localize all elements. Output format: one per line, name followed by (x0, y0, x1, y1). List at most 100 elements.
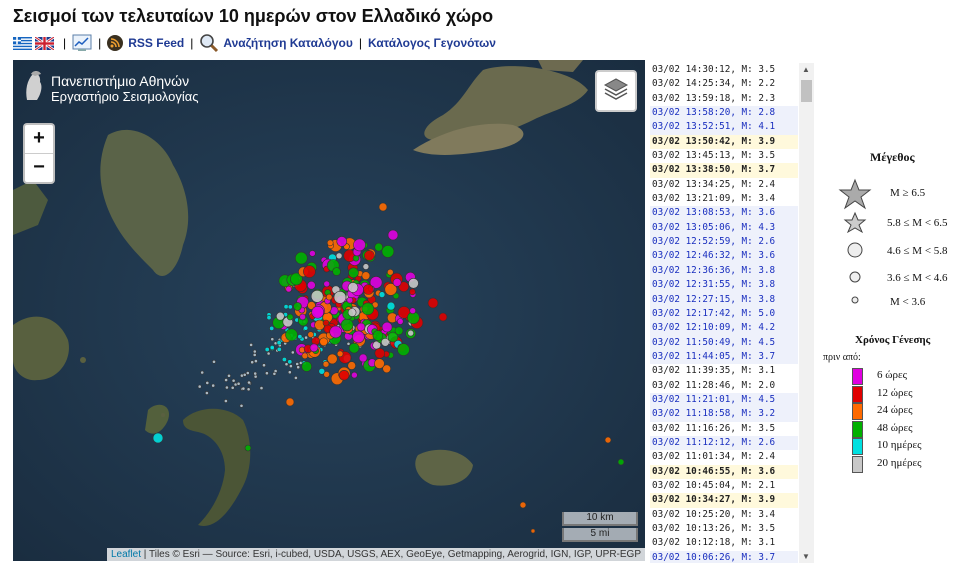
earthquake-marker[interactable] (346, 296, 354, 304)
earthquake-marker[interactable] (285, 328, 298, 342)
earthquake-marker[interactable] (397, 343, 410, 356)
earthquake-marker[interactable] (227, 373, 231, 378)
event-row[interactable]: 03/02 11:28:46, M: 2.0 (650, 379, 798, 393)
earthquake-marker[interactable] (361, 302, 375, 316)
earthquake-marker[interactable] (387, 229, 399, 241)
event-row[interactable]: 03/02 13:34:25, M: 2.4 (650, 178, 798, 192)
earthquake-marker[interactable] (287, 304, 293, 310)
earthquake-marker[interactable] (363, 250, 375, 261)
earthquake-marker[interactable] (386, 301, 396, 311)
event-row[interactable]: 03/02 12:10:09, M: 4.2 (650, 321, 798, 336)
earthquake-marker[interactable] (224, 378, 229, 382)
earthquake-marker[interactable] (233, 382, 238, 387)
earthquake-marker[interactable] (244, 444, 252, 452)
event-catalog-link[interactable]: Κατάλογος Γεγονότων (368, 36, 496, 50)
earthquake-marker[interactable] (325, 293, 333, 301)
earthquake-marker[interactable] (336, 350, 344, 358)
event-row[interactable]: 03/02 11:44:05, M: 3.7 (650, 349, 798, 365)
earthquake-marker[interactable] (200, 370, 205, 375)
earthquake-marker[interactable] (241, 386, 246, 391)
event-row[interactable]: 03/02 13:08:53, M: 3.6 (650, 206, 798, 221)
earthquake-marker[interactable] (378, 202, 388, 212)
earthquake-marker[interactable] (347, 282, 359, 293)
earthquake-marker[interactable] (270, 337, 275, 342)
event-row[interactable]: 03/02 11:50:49, M: 4.5 (650, 335, 798, 350)
earthquake-marker[interactable] (259, 386, 264, 391)
earthquake-marker[interactable] (253, 374, 258, 379)
earthquake-marker[interactable] (378, 291, 386, 298)
earthquake-marker[interactable] (358, 353, 368, 363)
earthquake-marker[interactable] (269, 325, 275, 331)
earthquake-marker[interactable] (386, 268, 394, 276)
event-row[interactable]: 03/02 11:39:35, M: 3.1 (650, 364, 798, 378)
earthquake-marker[interactable] (266, 315, 272, 321)
earthquake-marker[interactable] (409, 307, 417, 314)
earthquake-marker[interactable] (283, 304, 289, 310)
earthquake-marker[interactable] (340, 318, 354, 332)
event-row[interactable]: 03/02 12:46:32, M: 3.6 (650, 249, 798, 264)
earthquake-marker[interactable] (326, 353, 338, 365)
event-row[interactable]: 03/02 10:45:04, M: 2.1 (650, 479, 798, 493)
event-row[interactable]: 03/02 13:52:51, M: 4.1 (650, 120, 798, 135)
earthquake-marker[interactable] (301, 352, 309, 360)
earthquake-marker[interactable] (285, 285, 293, 293)
earthquake-marker[interactable] (408, 278, 419, 289)
earthquake-marker[interactable] (294, 251, 308, 265)
earthquake-marker[interactable] (604, 436, 612, 444)
earthquake-marker[interactable] (212, 359, 216, 364)
earthquake-marker[interactable] (231, 378, 236, 383)
event-row[interactable]: 03/02 12:27:15, M: 3.8 (650, 292, 798, 307)
event-row[interactable]: 03/02 11:18:58, M: 3.2 (650, 407, 798, 422)
event-row[interactable]: 03/02 12:52:59, M: 2.6 (650, 235, 798, 250)
earthquake-marker[interactable] (262, 363, 266, 368)
event-list-scrollbar[interactable]: ▲ ▼ (799, 63, 814, 563)
earthquake-marker[interactable] (246, 387, 251, 392)
earthquake-marker[interactable] (304, 335, 309, 340)
earthquake-marker[interactable] (281, 356, 287, 362)
event-row[interactable]: 03/02 13:21:09, M: 3.4 (650, 192, 798, 206)
earthquake-marker[interactable] (374, 242, 384, 252)
rss-icon[interactable] (107, 35, 124, 51)
catalog-search-link[interactable]: Αναζήτηση Καταλόγου (223, 36, 352, 50)
earthquake-marker[interactable] (438, 312, 448, 322)
event-row[interactable]: 03/02 10:34:27, M: 3.9 (650, 493, 798, 508)
earthquake-marker[interactable] (230, 385, 235, 390)
rss-feed-link[interactable]: RSS Feed (128, 36, 184, 50)
earthquake-marker[interactable] (617, 458, 625, 466)
event-row[interactable]: 03/02 11:21:01, M: 4.5 (650, 392, 798, 408)
zoom-out-button[interactable]: − (25, 154, 53, 182)
earthquake-marker[interactable] (333, 291, 347, 304)
earthquake-marker[interactable] (264, 346, 270, 352)
event-row[interactable]: 03/02 13:50:42, M: 3.9 (650, 134, 798, 150)
earthquake-marker[interactable] (519, 501, 527, 509)
event-row[interactable]: 03/02 10:25:20, M: 3.4 (650, 508, 798, 522)
earthquake-marker[interactable] (311, 305, 325, 319)
earthquake-marker[interactable] (211, 383, 216, 388)
earthquake-marker[interactable] (242, 372, 247, 377)
earthquake-marker[interactable] (380, 337, 390, 347)
earthquake-marker[interactable] (285, 397, 295, 407)
earthquake-marker[interactable] (247, 380, 251, 385)
earthquake-marker[interactable] (245, 371, 250, 375)
layers-button[interactable] (595, 70, 637, 112)
earthquake-marker[interactable] (252, 352, 257, 357)
earthquake-marker[interactable] (356, 322, 366, 332)
earthquake-marker[interactable] (319, 337, 329, 347)
earthquake-marker[interactable] (335, 252, 343, 260)
earthquake-marker[interactable] (348, 342, 360, 354)
earthquake-marker[interactable] (299, 313, 306, 321)
earthquake-marker[interactable] (269, 344, 275, 350)
earthquake-marker[interactable] (223, 399, 228, 403)
event-row[interactable]: 03/02 11:16:26, M: 3.5 (650, 422, 798, 436)
earthquake-marker[interactable] (307, 331, 315, 338)
earthquake-marker[interactable] (347, 308, 357, 317)
earthquake-marker[interactable] (205, 380, 210, 385)
earthquake-marker[interactable] (239, 403, 244, 408)
event-row[interactable]: 03/02 10:12:18, M: 3.1 (650, 536, 798, 550)
earthquake-marker[interactable] (266, 351, 271, 356)
event-list[interactable]: 03/02 14:30:12, M: 3.5 03/02 14:25:34, M:… (650, 63, 798, 563)
earthquake-marker[interactable] (329, 325, 343, 339)
earthquake-marker[interactable] (249, 342, 254, 347)
earthquake-marker[interactable] (361, 271, 371, 280)
earthquake-marker[interactable] (295, 362, 300, 366)
